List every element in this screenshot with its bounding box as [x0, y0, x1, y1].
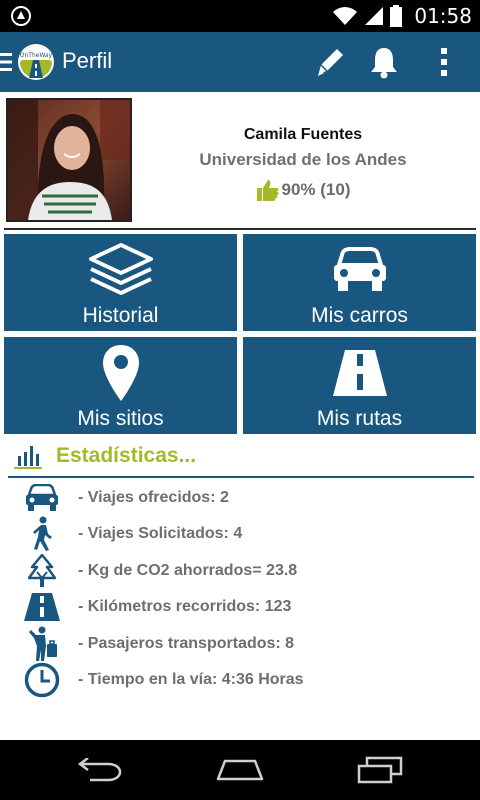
profile-photo [8, 100, 130, 220]
car-icon [333, 247, 386, 291]
back-arrow-icon [77, 758, 122, 782]
stat-text: - Kilómetros recorridos: 123 [78, 598, 292, 615]
notifications-button[interactable] [366, 44, 402, 80]
rating-value: 90% (10) [281, 180, 351, 199]
tile-mis-rutas[interactable]: Mis rutas [243, 337, 476, 434]
app-bar: OnTheWay Perfil [0, 32, 480, 92]
hamburger-menu-icon[interactable] [0, 52, 12, 72]
screen: 01:58 OnTheWay Perfil Camila Fuentes Uni… [0, 0, 480, 800]
stat-row-kilometros: - Kilómetros recorridos: 123 [0, 589, 480, 625]
edit-button[interactable] [312, 44, 348, 80]
clock-icon [24, 662, 60, 698]
tile-label: Historial [82, 304, 159, 327]
car-icon [26, 484, 58, 511]
layers-icon [88, 243, 153, 295]
battery-icon [390, 5, 403, 27]
recent-apps-button[interactable] [354, 754, 406, 786]
status-bar: 01:58 [0, 0, 480, 32]
stats-title: Estadísticas... [56, 444, 197, 467]
stat-text: - Kg de CO2 ahorrados= 23.8 [78, 562, 298, 579]
profile-rating: 90% (10) [140, 178, 466, 202]
status-time: 01:58 [414, 4, 472, 28]
menu-tiles: Historial Mis carros Mis sitios Mis ruta… [4, 234, 476, 434]
stat-text: - Tiempo en la vía: 4:36 Horas [78, 671, 304, 688]
stat-text: - Viajes ofrecidos: 2 [78, 489, 229, 506]
stat-text: - Viajes Solicitados: 4 [78, 525, 243, 542]
stat-row-tiempo: - Tiempo en la vía: 4:36 Horas [0, 662, 480, 698]
system-nav-bar [0, 740, 480, 800]
walking-person-icon [33, 516, 52, 551]
more-vertical-icon [441, 48, 447, 76]
profile-university: Universidad de los Andes [199, 150, 407, 169]
notification-icon [11, 6, 31, 26]
bell-icon [371, 48, 397, 79]
stat-row-pasajeros: - Pasajeros transportados: 8 [0, 626, 480, 662]
tile-mis-sitios[interactable]: Mis sitios [4, 337, 237, 434]
stat-text: - Pasajeros transportados: 8 [78, 635, 295, 652]
tile-historial[interactable]: Historial [4, 234, 237, 331]
tree-icon [28, 554, 56, 587]
thumbs-up-icon [256, 180, 278, 201]
stats-header: Estadísticas... [0, 438, 480, 478]
signal-icon [365, 7, 384, 25]
profile-header: Camila Fuentes Universidad de los Andes … [0, 92, 480, 230]
stat-row-co2: - Kg de CO2 ahorrados= 23.8 [0, 553, 480, 589]
wifi-icon [333, 7, 358, 25]
recent-apps-icon [357, 756, 403, 784]
stats-divider [8, 476, 474, 478]
profile-divider [4, 228, 476, 230]
back-button[interactable] [74, 754, 126, 786]
road-icon [24, 593, 60, 621]
tile-label: Mis sitios [77, 407, 164, 430]
tile-label: Mis carros [311, 304, 408, 327]
bar-chart-icon [14, 446, 42, 469]
stat-row-viajes-solicitados: - Viajes Solicitados: 4 [0, 516, 480, 552]
pencil-icon [318, 49, 343, 76]
hitchhiker-icon [29, 626, 57, 661]
avatar[interactable] [6, 98, 132, 222]
map-pin-icon [102, 345, 139, 401]
logo-text: OnTheWay [20, 52, 53, 59]
home-icon [216, 759, 264, 781]
profile-name: Camila Fuentes [243, 126, 363, 143]
overflow-menu-button[interactable] [426, 44, 462, 80]
app-logo[interactable]: OnTheWay [17, 43, 55, 81]
road-icon [332, 350, 387, 396]
home-button[interactable] [214, 754, 266, 786]
tile-label: Mis rutas [316, 407, 403, 430]
tile-mis-carros[interactable]: Mis carros [243, 234, 476, 331]
page-title: Perfil [62, 48, 113, 73]
stat-row-viajes-ofrecidos: - Viajes ofrecidos: 2 [0, 480, 480, 516]
